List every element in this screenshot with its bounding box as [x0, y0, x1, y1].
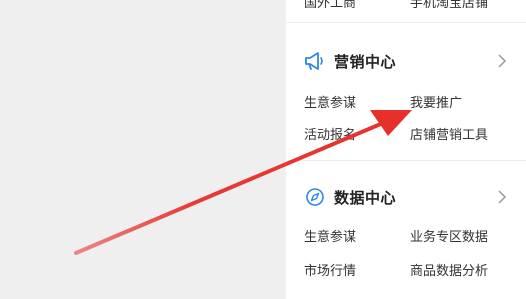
chevron-right-icon[interactable] [494, 189, 510, 205]
data-section-header[interactable]: 数据中心 [304, 184, 396, 210]
left-blank-area [0, 0, 286, 299]
chevron-right-icon[interactable] [494, 53, 510, 69]
megaphone-icon [304, 50, 326, 72]
marketing-section-header[interactable]: 营销中心 [304, 48, 396, 74]
data-section-title: 数据中心 [334, 188, 397, 207]
marketing-link-promote[interactable]: 我要推广 [410, 92, 462, 111]
marketing-link-store-tools[interactable]: 店铺营销工具 [410, 124, 488, 143]
data-link-business-zone[interactable]: 业务专区数据 [410, 226, 488, 245]
cut-off-link-right[interactable]: 手机淘宝店铺 [410, 0, 488, 8]
marketing-link-business-advisor[interactable]: 生意参谋 [304, 92, 356, 111]
divider [286, 22, 526, 23]
marketing-section-title: 营销中心 [334, 52, 397, 71]
data-link-product-analysis[interactable]: 商品数据分析 [410, 260, 488, 279]
data-link-market-trends[interactable]: 市场行情 [304, 260, 356, 279]
cut-off-link-left[interactable]: 国外工商 [304, 0, 356, 8]
marketing-link-event-signup[interactable]: 活动报名 [304, 124, 356, 143]
divider [286, 160, 526, 161]
compass-icon [304, 186, 326, 208]
data-link-business-advisor[interactable]: 生意参谋 [304, 226, 356, 245]
seller-menu-panel: 国外工商 手机淘宝店铺 营销中心 生意参谋 我要推广 活动报名 店铺营销工具 数… [286, 0, 526, 299]
